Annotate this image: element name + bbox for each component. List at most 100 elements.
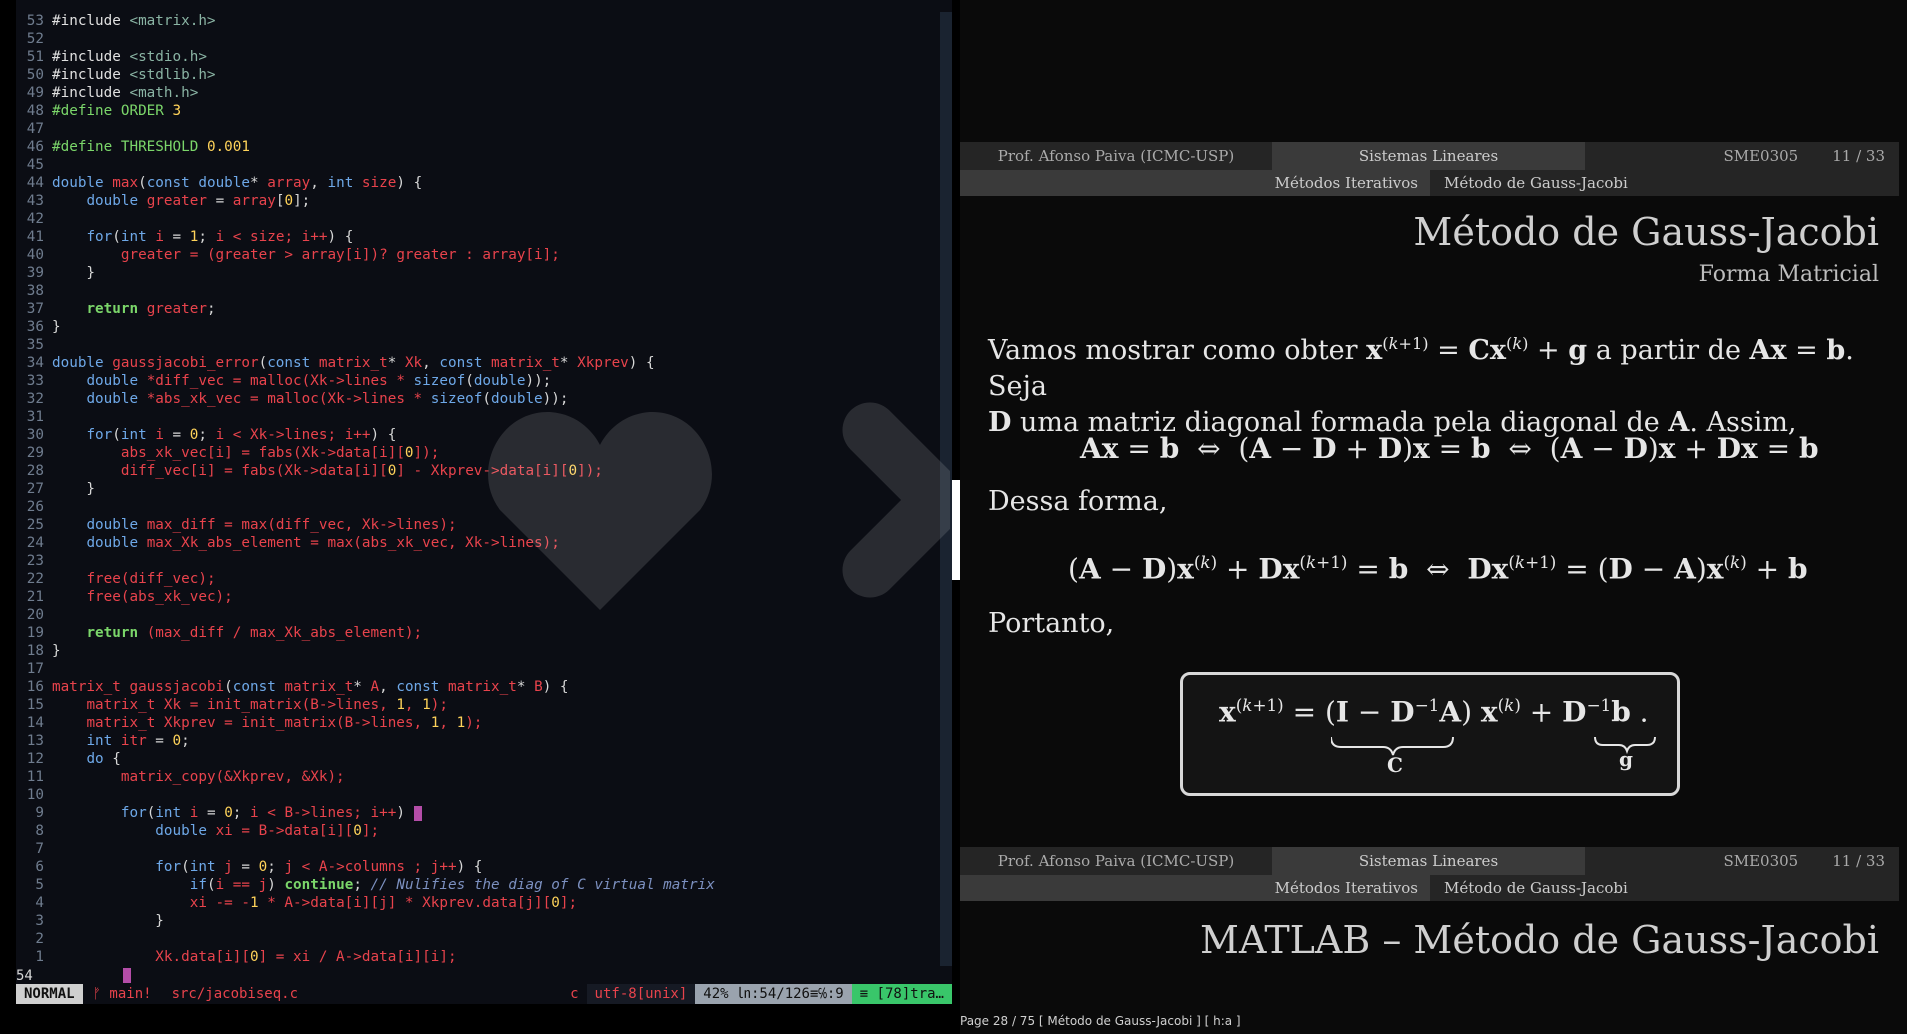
code-line[interactable]: 43 double greater = array[0]; [16,192,952,210]
code-line[interactable]: 7 [16,840,952,858]
filetype: c [570,986,579,1002]
code-token: ; [198,427,216,443]
line-number: 23 [26,553,44,569]
code-line[interactable]: 17 [16,660,952,678]
code-line[interactable]: 15 matrix_t Xk = init_matrix(B->lines, 1… [16,696,952,714]
code-line[interactable]: 40 greater = (greater > array[i])? great… [16,246,952,264]
intro-math-1: x(k+1) = Cx(k) + g [1366,334,1588,366]
code-token: double [86,517,147,533]
code-token: { [112,751,121,767]
code-line[interactable]: 30 for(int i = 0; i < Xk->lines; i++) { [16,426,952,444]
code-token: ; [232,805,251,821]
code-line[interactable]: 9 for(int i = 0; i < B->lines; i++) [16,804,952,822]
code-token: #include [52,67,130,83]
code-line[interactable]: 53 #include <matrix.h> [16,12,952,30]
code-line[interactable]: 37 return greater; [16,300,952,318]
line-number: 3 [35,913,44,929]
code-line[interactable]: 34 double gaussjacobi_error(const matrix_… [16,354,952,372]
code-line[interactable]: 45 [16,156,952,174]
pdf-viewer[interactable]: Prof. Afonso Paiva (ICMC-USP) Sistemas L… [960,0,1907,1034]
code-line[interactable]: 3 } [16,912,952,930]
next-header-subsection[interactable]: Método de Gauss-Jacobi [1430,875,1899,901]
intro-paragraph: Vamos mostrar como obter x(k+1) = Cx(k) … [988,326,1907,441]
code-token: double [86,391,147,407]
code-line[interactable]: 36} [16,318,952,336]
code-line[interactable]: 41 for(int i = 1; i < size; i++) { [16,228,952,246]
line-number: 47 [26,121,44,137]
line-number: 29 [26,445,44,461]
code-buffer[interactable]: 53 #include <matrix.h> 52 51 #include <stdio… [16,12,952,966]
vim-command-line[interactable]: 54 [16,966,952,986]
code-token: int [120,427,156,443]
code-line[interactable]: 20 [16,606,952,624]
code-line[interactable]: 21 free(abs_xk_vec); [16,588,952,606]
code-token: matrix_t Xkprev = init_matrix(B->lines, [86,715,431,731]
code-line[interactable]: 51 #include <stdio.h> [16,48,952,66]
code-line[interactable]: 50 #include <stdlib.h> [16,66,952,84]
code-token: matrix_copy(&Xkprev, &Xk); [120,769,345,785]
line-number: 53 [26,13,44,29]
code-line[interactable]: 4 xi -= -1 * A->data[i][j] * Xkprev.data… [16,894,952,912]
code-token: continue [284,877,354,893]
code-token: int [86,733,121,749]
cmdline-text: 54 [16,968,33,984]
code-line[interactable]: 14 matrix_t Xkprev = init_matrix(B->line… [16,714,952,732]
code-token: for [86,427,113,443]
code-line[interactable]: 18} [16,642,952,660]
code-line[interactable]: 31 [16,408,952,426]
code-line[interactable]: 2 [16,930,952,948]
header-section[interactable]: Métodos Iterativos [1272,170,1430,196]
code-line[interactable]: 35 [16,336,952,354]
code-line[interactable]: 28 diff_vec[i] = fabs(Xk->data[i][0] - X… [16,462,952,480]
code-line[interactable]: 23 [16,552,952,570]
code-line[interactable]: 42 [16,210,952,228]
code-line[interactable]: 16 matrix_t gaussjacobi(const matrix_t* A… [16,678,952,696]
code-line[interactable]: 26 [16,498,952,516]
code-token: ( [181,859,190,875]
code-line[interactable]: 5 if(i == j) continue; // Nulifies the d… [16,876,952,894]
next-header-section[interactable]: Métodos Iterativos [1272,875,1430,901]
header-subsection[interactable]: Método de Gauss-Jacobi [1430,170,1899,196]
code-token: i < Xk->lines; i++ [215,427,371,443]
code-line[interactable]: 33 double *diff_vec = malloc(Xk->lines *… [16,372,952,390]
code-line[interactable]: 13 int itr = 0; [16,732,952,750]
code-line[interactable]: 52 [16,30,952,48]
code-line[interactable]: 44 double max(const double* array, int si… [16,174,952,192]
code-line[interactable]: 8 double xi = B->data[i][0]; [16,822,952,840]
code-line[interactable]: 47 [16,120,952,138]
code-token: , [422,355,440,371]
code-line[interactable]: 6 for(int j = 0; j < A->columns ; j++) { [16,858,952,876]
editor-scrollbar[interactable] [940,12,952,966]
code-line[interactable]: 49 #include <math.h> [16,84,952,102]
code-token: A [370,679,380,695]
code-line[interactable]: 39 } [16,264,952,282]
code-line[interactable]: 27 } [16,480,952,498]
pane-split-handle[interactable] [952,480,960,580]
code-token: int [189,859,225,875]
code-line[interactable]: 12 do { [16,750,952,768]
code-token: ; [267,859,285,875]
code-line[interactable]: 11 matrix_copy(&Xkprev, &Xk); [16,768,952,786]
code-line[interactable]: 32 double *abs_xk_vec = malloc(Xk->lines… [16,390,952,408]
code-line[interactable]: 46 #define THRESHOLD 0.001 [16,138,952,156]
code-token: #define ORDER [52,103,173,119]
code-line[interactable]: 22 free(diff_vec); [16,570,952,588]
code-token: } [52,643,61,659]
code-line[interactable]: 19 return (max_diff / max_Xk_abs_element… [16,624,952,642]
code-line[interactable]: 25 double max_diff = max(diff_vec, Xk->l… [16,516,952,534]
code-token: array [232,193,276,209]
code-line[interactable]: 1 Xk.data[i][0] = xi / A->data[i][i]; [16,948,952,966]
code-line[interactable]: 10 [16,786,952,804]
code-editor[interactable]: 53 #include <matrix.h> 52 51 #include <stdio… [16,0,952,1004]
pdf-statusbar: Page 28 / 75 [ Método de Gauss-Jacobi ] … [960,1014,1241,1028]
code-line[interactable]: 24 double max_Xk_abs_element = max(abs_x… [16,534,952,552]
code-line[interactable]: 48 #define ORDER 3 [16,102,952,120]
code-line[interactable]: 29 abs_xk_vec[i] = fabs(Xk->data[i][0]); [16,444,952,462]
code-line[interactable]: 38 [16,282,952,300]
code-token: ; [353,877,371,893]
